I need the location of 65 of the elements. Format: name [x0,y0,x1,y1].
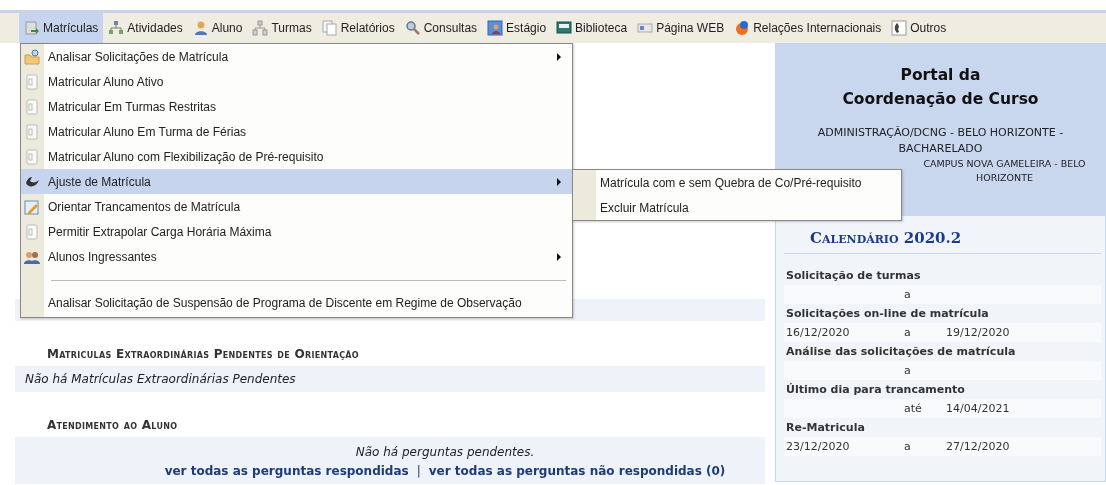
date-separator: a [904,363,911,379]
phone-icon [891,20,908,36]
page-icon [24,223,40,240]
page-icon [24,123,40,140]
edit-document-icon [24,198,40,215]
section-title: Matriculas Extraordinárias Pendentes de Orientação [46,346,360,363]
page-icon [24,73,40,90]
date-separator: a [904,287,911,303]
course-name: ADMINISTRAÇÃO/DCNG - BELO HORIZONTE - BACHARELADO [816,125,1065,157]
page-icon [24,148,40,165]
calendar-label: Solicitações on-line de matrícula [785,306,990,322]
calendar-label: Análise das solicitações de matrícula [785,344,1017,360]
menu-item[interactable]: Consultas [399,13,483,43]
org-chart-icon [252,20,269,36]
campus-name: CAMPUS NOVA GAMELEIRA - BELO HORIZONTE [922,157,1087,185]
search-icon [404,20,421,36]
date-separator: a [904,325,911,341]
menu-item[interactable]: Relatórios [316,13,400,43]
start-date: 23/12/2020 [786,439,850,455]
monitor-icon [556,20,573,36]
globe-icon [734,20,751,36]
menu-item[interactable]: Matricular Aluno Em Turma de Férias [21,119,572,144]
questions-link[interactable]: ver todas as perguntas respondidas [164,464,409,478]
date-separator: até [904,401,922,417]
date-separator: a [904,439,911,455]
start-date: 16/12/2020 [786,325,850,341]
menu-item[interactable]: Matricular Aluno com Flexibilização de Pré-requisito [21,144,572,169]
menu-item[interactable]: Permitir Extrapolar Carga Horária Máxima [21,219,572,244]
menu-item[interactable]: Atividades [103,13,188,43]
folder-search-icon [24,48,40,65]
calendar-label: Solicitação de turmas [785,268,922,284]
menu-item[interactable]: Matrícula com e sem Quebra de Co/Pré-requisito [573,170,901,195]
portal-title: Coordenação de Curso [841,89,1040,110]
empty-message: Não há perguntas pendentes. [355,445,535,459]
web-page-icon [637,20,654,36]
menu-item[interactable]: Aluno [187,13,248,43]
page-icon [24,98,40,115]
menu-item[interactable]: Matricular Em Turmas Restritas [21,94,572,119]
menu-item[interactable]: Estágio [482,13,552,43]
menu-item[interactable]: Biblioteca [551,13,633,43]
calendar-label: Re-Matricula [785,420,866,436]
documents-icon [321,20,338,36]
menu-item[interactable]: Página WEB [632,13,730,43]
end-date: 14/04/2021 [946,401,1010,417]
section-title: Atendimento ao Aluno [46,417,179,434]
portal-title: Portal da [899,65,982,86]
menu-item[interactable]: Outros [886,13,952,43]
link-separator: | [416,464,421,478]
menu-item[interactable]: Alunos Ingressantes [21,244,572,269]
end-date: 27/12/2020 [946,439,1010,455]
end-date: 19/12/2020 [946,325,1010,341]
menu-item[interactable]: Orientar Trancamentos de Matrícula [21,194,572,219]
menu-item[interactable]: Turmas [247,13,317,43]
person-icon [192,20,209,36]
menu-item[interactable]: Ajuste de Matrícula [21,169,572,194]
calendar-label: Último dia para trancamento [785,382,966,398]
menu-item[interactable]: Analisar Solicitação de Suspensão de Programa de Discente em Regime de Observação [21,289,572,317]
empty-message: Não há Matrículas Extraordinárias Pendentes [25,372,296,386]
menu-item[interactable]: Matricular Aluno Ativo [21,69,572,94]
badge-icon [487,20,504,36]
questions-link[interactable]: ver todas as perguntas não respondidas (0) [428,464,726,478]
menu-item[interactable]: Matrículas [19,13,104,43]
menu-item[interactable]: Relações Internacionais [729,13,887,43]
menu-item[interactable]: Analisar Solicitações de Matrícula [21,44,572,69]
people-network-icon [108,20,125,36]
